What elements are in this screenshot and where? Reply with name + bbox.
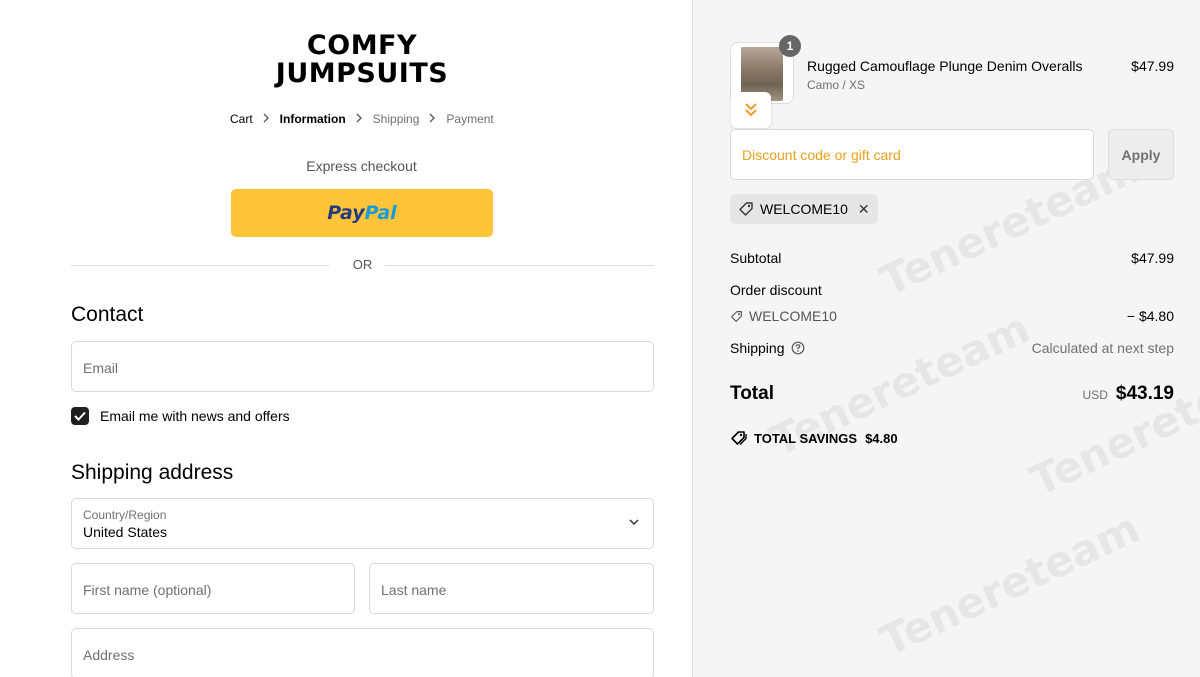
applied-discount-chip: WELCOME10 ✕ bbox=[730, 194, 878, 224]
country-value: United States bbox=[83, 524, 168, 540]
order-discount-label: Order discount bbox=[730, 282, 822, 298]
newsletter-checkbox[interactable] bbox=[71, 407, 89, 425]
tag-icon bbox=[739, 202, 753, 216]
address-field[interactable]: Address bbox=[71, 628, 654, 677]
chevron-right-icon bbox=[356, 112, 363, 126]
tags-icon bbox=[731, 431, 747, 445]
apply-button[interactable]: Apply bbox=[1108, 129, 1174, 180]
expand-chip[interactable] bbox=[731, 92, 771, 128]
breadcrumb-information: Information bbox=[279, 112, 346, 126]
breadcrumb-shipping: Shipping bbox=[372, 112, 420, 126]
paypal-logo-pay: Pay bbox=[327, 202, 365, 224]
or-divider: OR bbox=[71, 257, 654, 273]
remove-discount-icon[interactable]: ✕ bbox=[858, 201, 870, 218]
quantity-badge: 1 bbox=[779, 35, 801, 57]
breadcrumb-cart[interactable]: Cart bbox=[230, 112, 253, 126]
applied-code: WELCOME10 bbox=[760, 201, 848, 217]
chevron-down-icon bbox=[629, 519, 639, 526]
discount-placeholder: Discount code or gift card bbox=[742, 147, 901, 163]
shipping-label: Shipping bbox=[730, 340, 785, 356]
discount-code-field[interactable]: Discount code or gift card bbox=[730, 129, 1094, 180]
cart-line-item: 1 Rugged Camouflage Plunge Denim Overall… bbox=[730, 35, 1174, 104]
double-chevron-down-icon bbox=[745, 103, 757, 117]
savings-value: $4.80 bbox=[865, 430, 898, 446]
currency-code: USD bbox=[1082, 388, 1108, 402]
brand-line-1: COMFY bbox=[306, 30, 418, 61]
shipping-heading: Shipping address bbox=[71, 461, 234, 484]
subtotal-row: Subtotal $47.99 bbox=[730, 250, 1174, 266]
breadcrumb: Cart Information Shipping Payment bbox=[230, 112, 494, 126]
product-name: Rugged Camouflage Plunge Denim Overalls bbox=[807, 58, 1083, 74]
total-amount: USD $43.19 bbox=[1083, 383, 1174, 405]
discount-code-label: WELCOME10 bbox=[749, 308, 837, 324]
express-checkout-title: Express checkout bbox=[306, 158, 417, 174]
email-placeholder: Email bbox=[83, 360, 119, 376]
help-icon[interactable] bbox=[791, 341, 805, 355]
country-label: Country/Region bbox=[83, 508, 167, 522]
chevron-right-icon bbox=[263, 112, 270, 126]
subtotal-value: $47.99 bbox=[1131, 250, 1174, 266]
country-select[interactable]: Country/Region United States bbox=[71, 498, 654, 549]
order-discount-row: Order discount bbox=[730, 282, 1174, 298]
first-name-field[interactable]: First name (optional) bbox=[71, 563, 355, 614]
total-value: $43.19 bbox=[1115, 383, 1174, 404]
newsletter-label: Email me with news and offers bbox=[100, 408, 290, 424]
savings-label: TOTAL SAVINGS bbox=[754, 430, 858, 446]
total-label: Total bbox=[730, 383, 774, 404]
total-savings: TOTAL SAVINGS $4.80 bbox=[730, 430, 898, 446]
subtotal-label: Subtotal bbox=[730, 250, 782, 266]
email-field[interactable]: Email bbox=[71, 341, 654, 392]
brand-logo[interactable]: COMFY JUMPSUITS bbox=[262, 32, 462, 88]
paypal-button[interactable]: Pay Pal bbox=[231, 189, 493, 237]
first-name-placeholder: First name (optional) bbox=[83, 582, 212, 598]
discount-value: − $4.80 bbox=[1126, 308, 1174, 324]
address-placeholder: Address bbox=[83, 647, 135, 663]
divider-line bbox=[385, 265, 654, 266]
discount-code-row: WELCOME10 − $4.80 bbox=[730, 308, 1174, 326]
paypal-logo-pal: Pal bbox=[364, 202, 397, 224]
chevron-right-icon bbox=[429, 112, 436, 126]
product-variant: Camo / XS bbox=[807, 78, 866, 92]
breadcrumb-payment: Payment bbox=[446, 112, 494, 126]
shipping-row: Shipping Calculated at next step bbox=[730, 340, 1174, 356]
checkout-main: COMFY JUMPSUITS Cart Information Shippin… bbox=[0, 0, 692, 677]
last-name-field[interactable]: Last name bbox=[369, 563, 654, 614]
contact-heading: Contact bbox=[71, 303, 144, 326]
newsletter-option[interactable]: Email me with news and offers bbox=[71, 407, 290, 425]
brand-line-2: JUMPSUITS bbox=[275, 58, 449, 89]
shipping-value: Calculated at next step bbox=[1031, 340, 1174, 356]
tag-icon bbox=[731, 310, 742, 322]
product-price: $47.99 bbox=[1131, 58, 1174, 74]
checkmark-icon bbox=[74, 411, 86, 421]
last-name-placeholder: Last name bbox=[381, 582, 447, 598]
